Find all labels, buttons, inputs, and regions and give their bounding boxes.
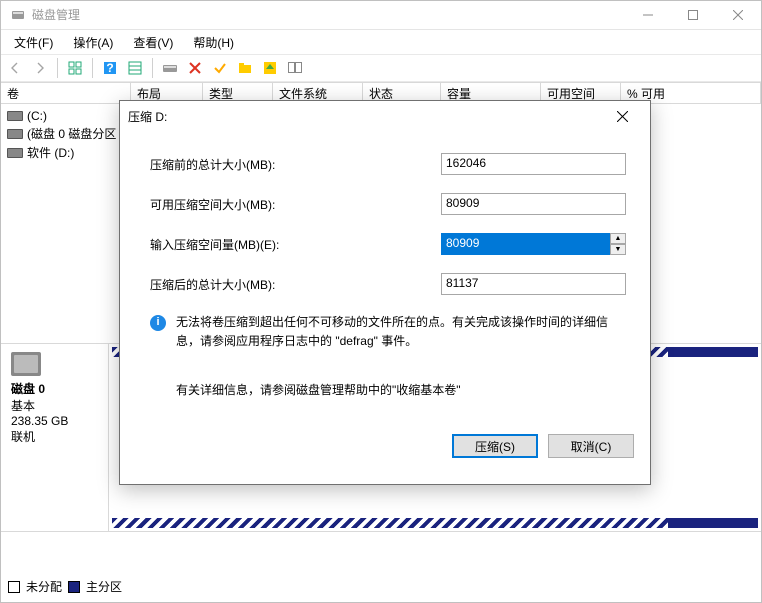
list-icon[interactable] (124, 57, 146, 79)
volume-icon (7, 129, 23, 139)
back-button[interactable] (4, 57, 26, 79)
legend-unallocated-icon (8, 581, 20, 593)
field-available: 80909 (441, 193, 626, 215)
disk-icon[interactable] (159, 57, 181, 79)
up-icon[interactable] (259, 57, 281, 79)
info-icon: i (150, 315, 166, 331)
toolbar-sep (92, 58, 93, 78)
menu-file[interactable]: 文件(F) (4, 31, 63, 54)
toolbar-sep (152, 58, 153, 78)
shrink-amount-spinner[interactable]: 80909 ▲ ▼ (441, 233, 626, 255)
cells-icon[interactable] (284, 57, 306, 79)
label-total-before: 压缩前的总计大小(MB): (150, 156, 441, 173)
close-button[interactable] (715, 0, 760, 29)
menubar: 文件(F) 操作(A) 查看(V) 帮助(H) (0, 30, 762, 54)
disk-name: 磁盘 0 (11, 380, 98, 397)
delete-icon[interactable] (184, 57, 206, 79)
help-text: 有关详细信息，请参阅磁盘管理帮助中的"收缩基本卷" (176, 381, 626, 398)
shrink-dialog: 压缩 D: 压缩前的总计大小(MB): 162046 可用压缩空间大小(MB):… (119, 100, 651, 485)
volume-label: 软件 (D:) (27, 144, 74, 161)
spinner-up-button[interactable]: ▲ (610, 233, 626, 244)
col-volume[interactable]: 卷 (1, 83, 131, 103)
legend-primary-icon (68, 581, 80, 593)
field-total-after: 81137 (441, 273, 626, 295)
dialog-close-button[interactable] (602, 102, 642, 130)
menu-view[interactable]: 查看(V) (123, 31, 183, 54)
maximize-button[interactable] (670, 0, 715, 29)
toolbar-sep (57, 58, 58, 78)
menu-help[interactable]: 帮助(H) (183, 31, 244, 54)
dialog-title: 压缩 D: (128, 108, 602, 125)
volume-icon (7, 111, 23, 121)
volume-icon (7, 148, 23, 158)
app-icon (10, 7, 26, 23)
help-icon[interactable]: ? (99, 57, 121, 79)
cancel-button[interactable]: 取消(C) (548, 434, 634, 458)
volume-label: (磁盘 0 磁盘分区 (27, 125, 116, 142)
disk-status: 联机 (11, 428, 98, 445)
spinner-down-button[interactable]: ▼ (610, 244, 626, 255)
shrink-amount-input[interactable]: 80909 (441, 233, 610, 255)
shrink-button[interactable]: 压缩(S) (452, 434, 538, 458)
volume-label: (C:) (27, 109, 47, 123)
grid-icon[interactable] (64, 57, 86, 79)
dialog-titlebar: 压缩 D: (120, 101, 650, 131)
window-title: 磁盘管理 (32, 6, 625, 23)
folder-icon[interactable] (234, 57, 256, 79)
titlebar: 磁盘管理 (0, 0, 762, 30)
label-shrink-amount: 输入压缩空间量(MB)(E): (150, 236, 441, 253)
disk-icon (11, 352, 41, 376)
forward-button[interactable] (29, 57, 51, 79)
label-total-after: 压缩后的总计大小(MB): (150, 276, 441, 293)
toolbar: ? (0, 54, 762, 82)
legend: 未分配 主分区 (8, 578, 122, 595)
disk-info-panel: 磁盘 0 基本 238.35 GB 联机 (1, 344, 109, 531)
legend-primary-label: 主分区 (86, 578, 122, 595)
legend-unallocated-label: 未分配 (26, 578, 62, 595)
check-icon[interactable] (209, 57, 231, 79)
label-available: 可用压缩空间大小(MB): (150, 196, 441, 213)
minimize-button[interactable] (625, 0, 670, 29)
field-total-before: 162046 (441, 153, 626, 175)
info-text: 无法将卷压缩到超出任何不可移动的文件所在的点。有关完成该操作时间的详细信息，请参… (176, 313, 626, 351)
svg-text:?: ? (106, 61, 113, 75)
disk-size: 238.35 GB (11, 414, 98, 428)
disk-type: 基本 (11, 397, 98, 414)
menu-action[interactable]: 操作(A) (63, 31, 123, 54)
